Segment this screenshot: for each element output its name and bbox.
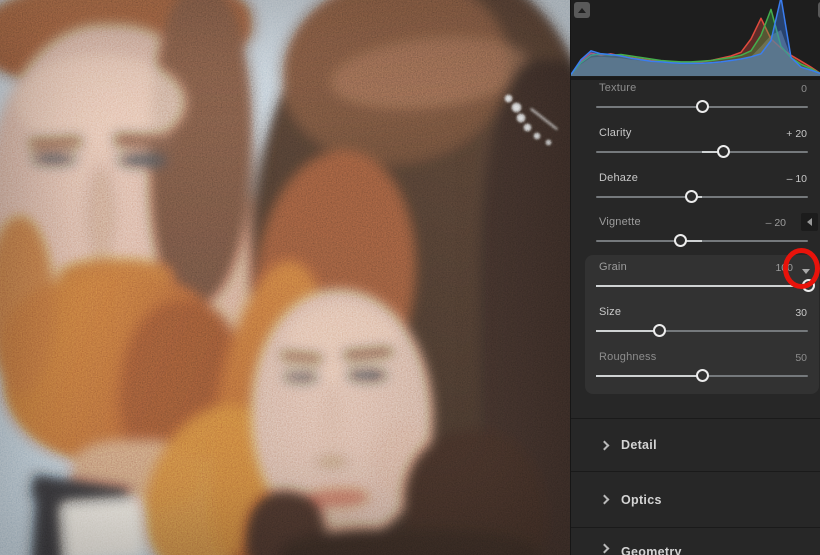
- slider-value: 100: [775, 262, 793, 274]
- slider-label: Texture: [599, 82, 636, 94]
- slider-label: Clarity: [599, 127, 632, 139]
- triangle-left-icon: [807, 218, 812, 226]
- grain-group-panel: Grain 100 Size 30 Roughness 50: [585, 255, 819, 394]
- slider-track[interactable]: [596, 240, 808, 242]
- slider-knob[interactable]: [696, 100, 709, 113]
- section-geometry[interactable]: Geometry: [571, 527, 820, 555]
- slider-value: + 20: [786, 128, 807, 140]
- hairpin: [0, 0, 570, 555]
- slider-track[interactable]: [596, 151, 808, 153]
- slider-vignette: Vignette – 20: [571, 214, 820, 256]
- slider-track[interactable]: [596, 196, 808, 198]
- grain-dropdown-button[interactable]: [798, 264, 814, 278]
- panel-sections: Detail Optics Geometry: [571, 418, 820, 555]
- slider-knob[interactable]: [685, 190, 698, 203]
- section-detail[interactable]: Detail: [571, 418, 820, 471]
- slider-size: Size 30: [585, 304, 819, 346]
- histogram-collapse-left-button[interactable]: [574, 2, 590, 18]
- edit-panel: Texture 0 Clarity + 20 Dehaze – 10 Vigne…: [570, 0, 820, 555]
- chevron-right-icon: [600, 544, 610, 554]
- vignette-collapse-button[interactable]: [801, 213, 818, 231]
- slider-label: Vignette: [599, 216, 641, 228]
- slider-texture: Texture 0: [571, 80, 820, 122]
- photo-canvas[interactable]: [0, 0, 570, 555]
- slider-label: Size: [599, 306, 621, 318]
- slider-value: – 20: [766, 217, 786, 229]
- slider-knob[interactable]: [802, 279, 815, 292]
- slider-track[interactable]: [596, 285, 808, 287]
- slider-label: Roughness: [599, 351, 656, 363]
- slider-grain: Grain 100: [585, 259, 819, 301]
- slider-value: 30: [795, 307, 807, 319]
- section-optics[interactable]: Optics: [571, 471, 820, 527]
- slider-dehaze: Dehaze – 10: [571, 170, 820, 212]
- slider-label: Grain: [599, 261, 627, 273]
- slider-track[interactable]: [596, 106, 808, 108]
- section-label: Detail: [621, 438, 657, 452]
- triangle-down-icon: [802, 269, 810, 274]
- chevron-right-icon: [600, 440, 610, 450]
- slider-value: – 10: [787, 173, 807, 185]
- section-label: Optics: [621, 493, 662, 507]
- slider-knob[interactable]: [653, 324, 666, 337]
- histogram[interactable]: [571, 0, 820, 77]
- slider-knob[interactable]: [674, 234, 687, 247]
- slider-label: Dehaze: [599, 172, 638, 184]
- app-window: Texture 0 Clarity + 20 Dehaze – 10 Vigne…: [0, 0, 820, 555]
- slider-roughness: Roughness 50: [585, 349, 819, 391]
- slider-track[interactable]: [596, 330, 808, 332]
- section-label: Geometry: [621, 545, 682, 555]
- triangle-up-icon: [578, 8, 586, 13]
- slider-value: 0: [801, 83, 807, 95]
- slider-value: 50: [795, 352, 807, 364]
- slider-knob[interactable]: [696, 369, 709, 382]
- chevron-right-icon: [600, 495, 610, 505]
- slider-clarity: Clarity + 20: [571, 125, 820, 167]
- slider-knob[interactable]: [717, 145, 730, 158]
- slider-track[interactable]: [596, 375, 808, 377]
